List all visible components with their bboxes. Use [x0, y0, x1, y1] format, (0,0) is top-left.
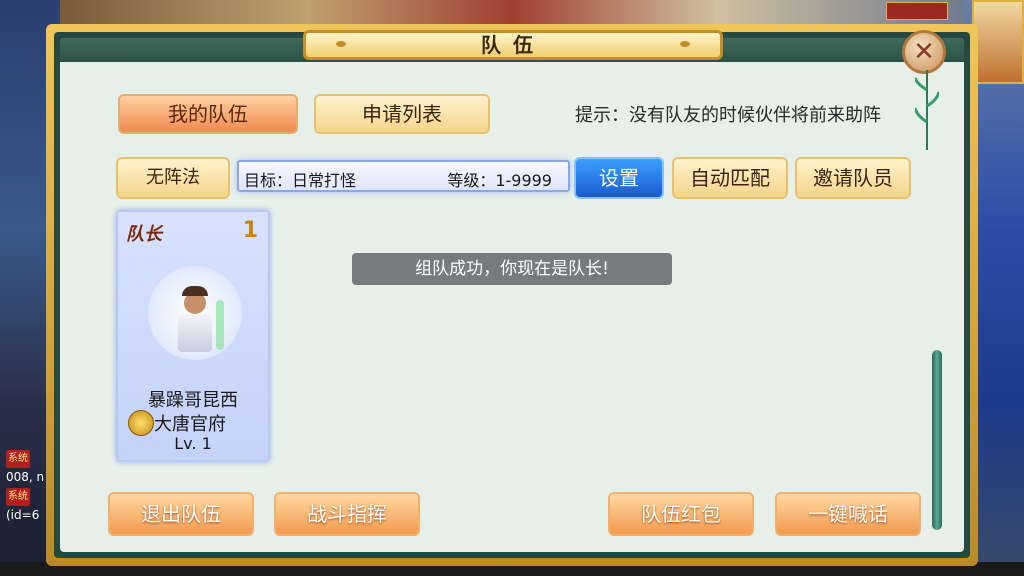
leave-team-button-label: 退出队伍: [141, 502, 221, 526]
toast-message: 组队成功，你现在是队长!: [352, 253, 672, 285]
player-avatar[interactable]: [972, 0, 1024, 84]
chat-tag-2: 系统: [6, 488, 30, 506]
settings-button[interactable]: 设置: [574, 157, 664, 199]
invite-member-button-label: 邀请队员: [813, 166, 893, 190]
character-hair: [182, 286, 208, 296]
member-slot-number: 1: [242, 218, 258, 243]
level-range-value: 等级：1-9999: [447, 171, 552, 190]
team-target-field[interactable]: 目标：日常打怪 等级：1-9999: [237, 160, 570, 192]
chat-line: 008, n: [6, 470, 45, 484]
chat-line-2: (id=6: [6, 508, 40, 522]
faction-emblem-icon: [128, 410, 154, 436]
formation-button[interactable]: 无阵法: [116, 157, 230, 199]
character-aura: [216, 300, 224, 350]
close-icon: ✕: [913, 37, 935, 67]
character-body: [178, 314, 212, 352]
invite-member-button[interactable]: 邀请队员: [795, 157, 911, 199]
member-name: 暴躁哥昆西: [148, 390, 238, 411]
hint-text: 提示：没有队友的时候伙伴将前来助阵: [575, 105, 881, 126]
team-red-packet-button-label: 队伍红包: [641, 502, 721, 526]
settings-button-label: 设置: [599, 166, 639, 190]
tab-application-list[interactable]: 申请列表: [314, 94, 490, 134]
bamboo-leaves-icon: [915, 70, 939, 150]
player-hp-bar: [886, 2, 948, 20]
battle-command-button-label: 战斗指挥: [307, 502, 387, 526]
member-role: 队长: [126, 224, 162, 245]
one-click-shout-button[interactable]: 一键喊话: [775, 492, 921, 536]
one-click-shout-button-label: 一键喊话: [808, 502, 888, 526]
team-member-card[interactable]: 队长 1 暴躁哥昆西 大唐官府 Lv. 1: [116, 210, 270, 462]
formation-button-label: 无阵法: [146, 167, 200, 188]
tab-my-team-label: 我的队伍: [168, 102, 248, 126]
title-ornament-left: [336, 41, 346, 47]
chat-tag: 系统: [6, 450, 30, 468]
auto-match-button[interactable]: 自动匹配: [672, 157, 788, 199]
close-button[interactable]: ✕: [902, 30, 946, 74]
title-ornament-right: [680, 41, 690, 47]
background-chat: 系统 008, n 系统 (id=6: [6, 448, 44, 524]
leave-team-button[interactable]: 退出队伍: [108, 492, 254, 536]
member-level: Lv. 1: [174, 434, 212, 453]
tab-application-list-label: 申请列表: [362, 102, 442, 126]
battle-command-button[interactable]: 战斗指挥: [274, 492, 420, 536]
bamboo-scroll-decoration: [932, 350, 942, 530]
tab-my-team[interactable]: 我的队伍: [118, 94, 298, 134]
target-value: 目标：日常打怪: [244, 171, 357, 190]
window-title: 队伍: [481, 33, 545, 57]
auto-match-button-label: 自动匹配: [690, 166, 770, 190]
member-faction: 大唐官府: [154, 414, 226, 435]
window-title-bar: 队伍: [303, 30, 723, 60]
team-red-packet-button[interactable]: 队伍红包: [608, 492, 754, 536]
